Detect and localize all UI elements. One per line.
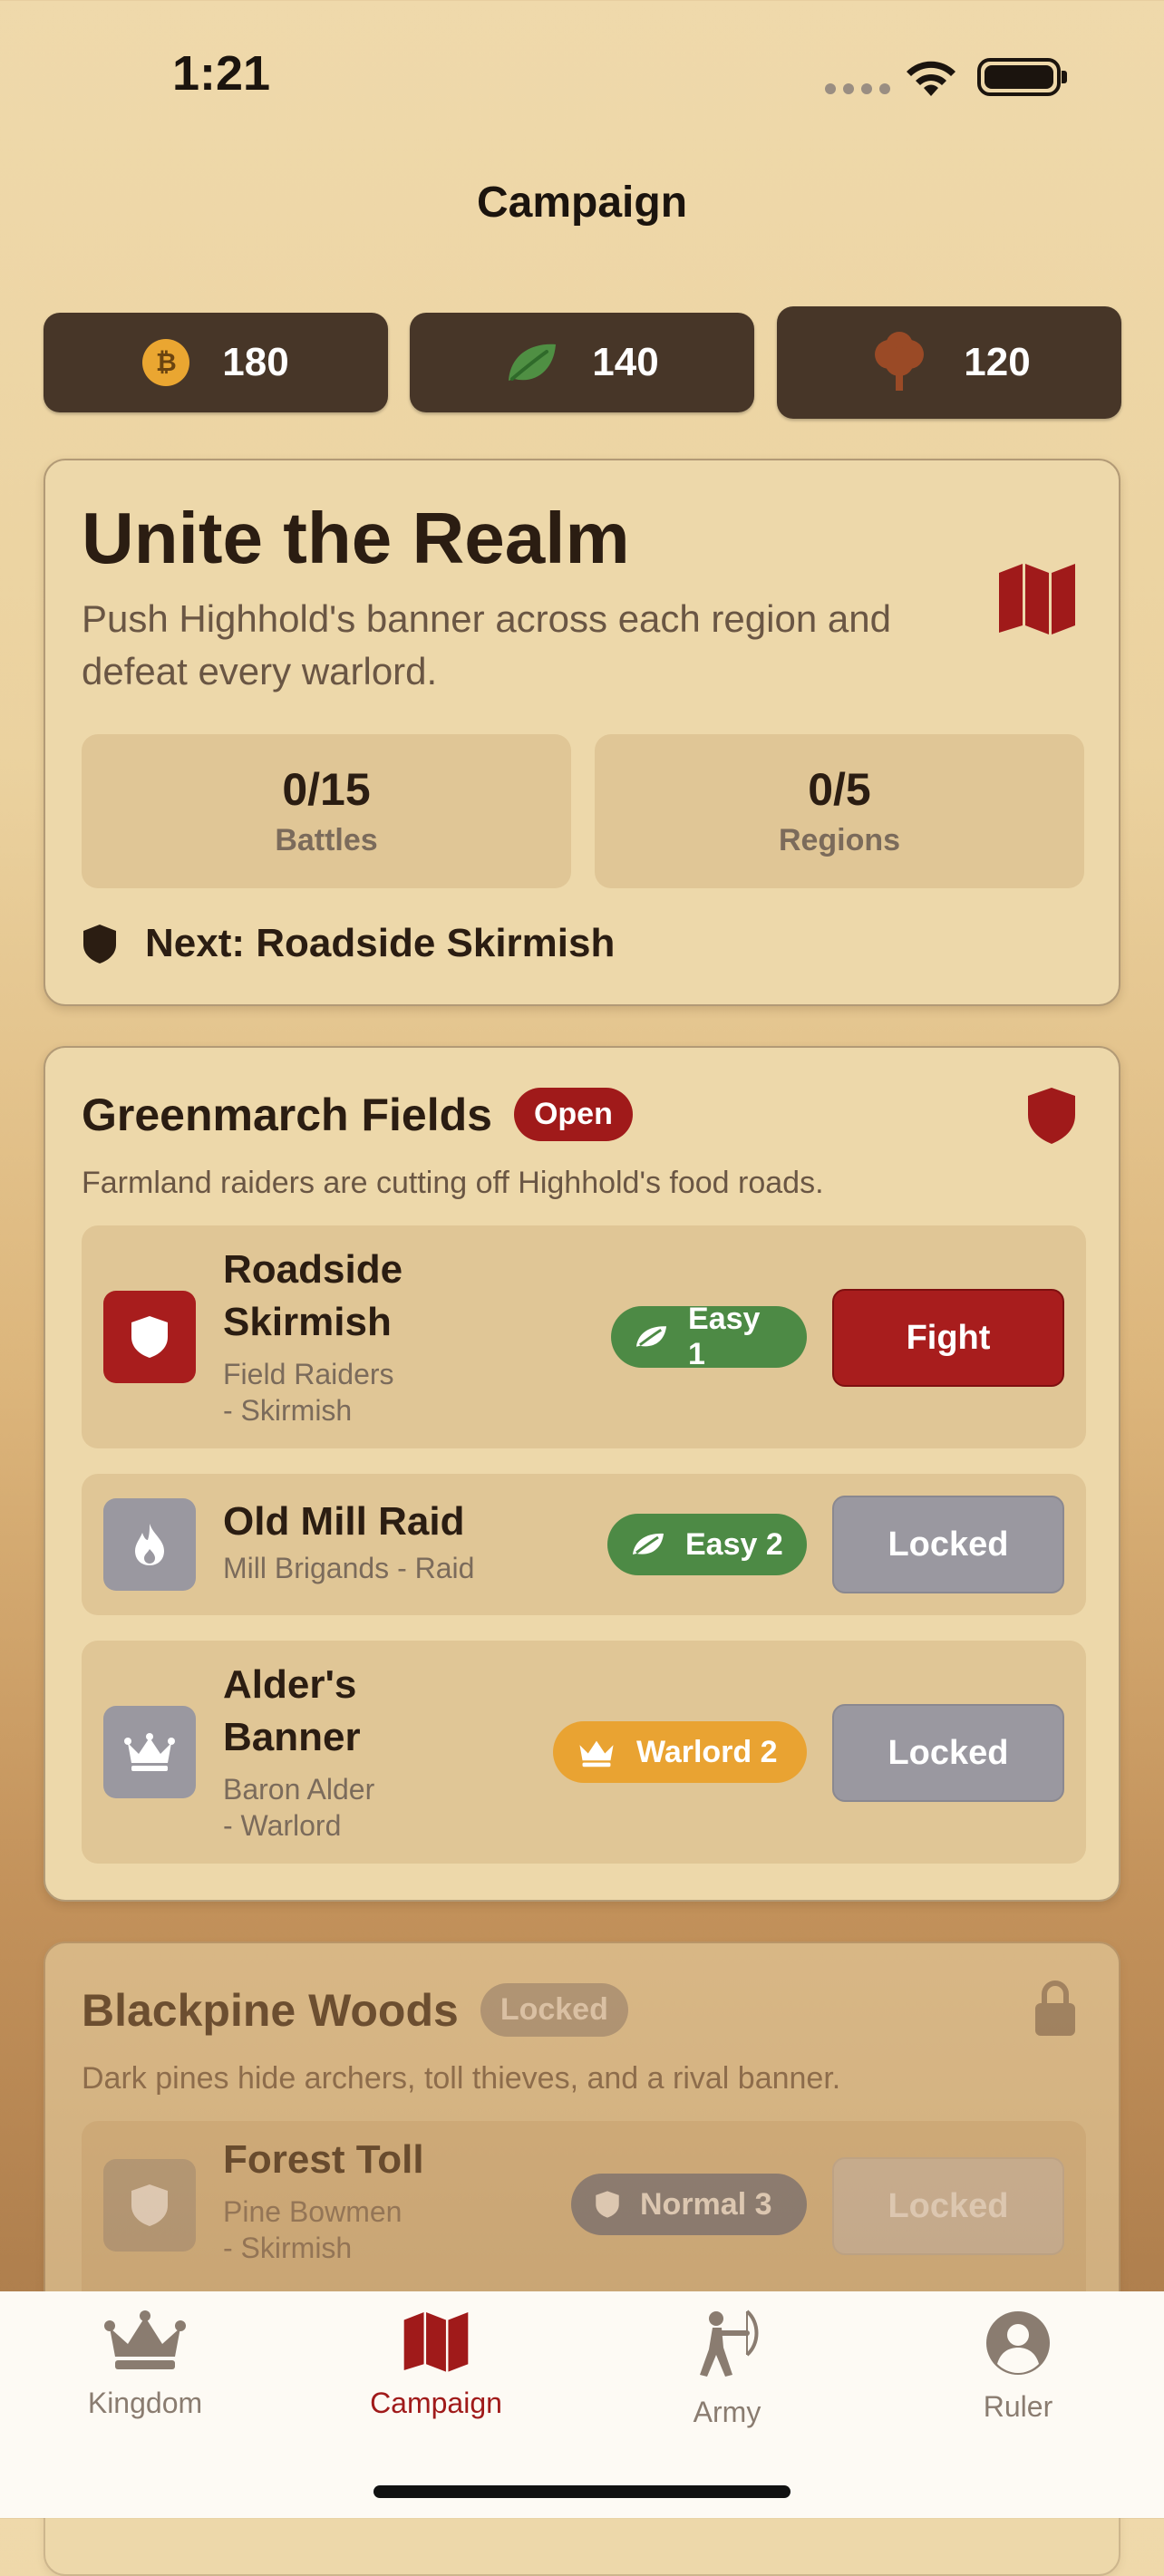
battle-name: Roadside Skirmish [223,1247,403,1344]
difficulty-badge: Easy 2 [607,1514,807,1575]
battle-enemy: Baron Alder - Warlord [223,1773,375,1842]
campaign-description: Push Highhold's banner across each regio… [82,597,891,692]
person-icon [986,2311,1050,2375]
gold-coin-icon: ₿ [142,339,190,386]
battle-type-icon [103,2159,196,2252]
region-description: Farmland raiders are cutting off Highhol… [82,1166,824,1200]
wifi-icon [907,61,955,96]
difficulty-badge: Normal 3 [571,2174,807,2235]
battles-stat: 0/15 Battles [82,734,571,888]
shield-icon [1028,1088,1075,1144]
campaign-title: Unite the Realm [82,498,630,578]
battle-name: Old Mill Raid [223,1499,465,1544]
battles-value: 0/15 [282,764,371,815]
campaign-overview-card: Unite the Realm Push Highhold's banner a… [44,459,1120,1006]
battle-type-icon [103,1706,196,1798]
shield-icon [131,2184,168,2226]
cellular-signal-icon [825,83,890,94]
region-card-greenmarch: Greenmarch Fields Open Farmland raiders … [44,1046,1120,1902]
crown-icon [579,1740,614,1767]
archer-icon [700,2310,759,2377]
region-description: Dark pines hide archers, toll thieves, a… [82,2061,841,2096]
tab-bar: Kingdom Campaign Army Ruler [0,2291,1164,2518]
resource-food[interactable]: 140 [410,313,754,412]
leaf-icon [633,1533,664,1554]
tab-campaign[interactable]: Campaign [323,2310,549,2420]
tab-label: Ruler [983,2390,1053,2423]
tab-label: Campaign [370,2387,502,2419]
crown-icon [104,2310,186,2369]
next-battle-row[interactable]: Next: Roadside Skirmish [82,921,615,966]
regions-value: 0/5 [808,764,871,815]
locked-button[interactable]: Locked [832,2157,1064,2255]
battle-row-alders-banner: Alder's Banner Baron Alder - Warlord War… [82,1641,1086,1864]
home-indicator[interactable] [373,2485,791,2498]
battle-row-old-mill-raid: Old Mill Raid Mill Brigands - Raid Easy … [82,1474,1086,1615]
fight-button[interactable]: Fight [832,1289,1064,1387]
locked-button[interactable]: Locked [832,1704,1064,1802]
crown-icon [124,1733,175,1771]
status-time: 1:21 [172,46,271,101]
battle-type-icon [103,1291,196,1383]
difficulty-badge: Easy 1 [611,1302,807,1371]
region-name: Greenmarch Fields [82,1089,492,1140]
resource-wood[interactable]: 120 [777,306,1121,419]
map-icon [999,564,1075,634]
battle-enemy: Field Raiders - Skirmish [223,1358,394,1427]
shield-icon [596,2191,619,2218]
battle-enemy: Pine Bowmen - Skirmish [223,2195,403,2264]
status-badge: Open [513,1088,633,1141]
resource-food-value: 140 [592,340,659,384]
battle-name: Forest Toll [223,2137,424,2182]
next-battle-label: Next: Roadside Skirmish [145,921,616,965]
battery-icon [977,58,1067,96]
regions-label: Regions [778,823,901,857]
battle-type-icon [103,1498,196,1591]
region-name: Blackpine Woods [82,1984,459,2036]
battle-row-roadside-skirmish: Roadside Skirmish Field Raiders - Skirmi… [82,1225,1086,1448]
regions-stat: 0/5 Regions [595,734,1084,888]
flame-icon [135,1524,164,1565]
shield-icon [83,925,116,964]
battle-enemy: Mill Brigands - Raid [223,1552,475,1584]
locked-button[interactable]: Locked [832,1496,1064,1593]
lock-icon [1035,1980,1075,2036]
leaf-icon [509,344,557,381]
tab-kingdom[interactable]: Kingdom [32,2310,258,2420]
resource-gold[interactable]: ₿ 180 [44,313,388,412]
resource-wood-value: 120 [964,340,1031,384]
tree-icon [875,332,925,391]
map-icon [403,2312,469,2372]
status-badge: Locked [480,1983,628,2037]
tab-label: Army [693,2396,761,2428]
leaf-icon [635,1326,667,1347]
battles-label: Battles [275,823,378,857]
page-title: Campaign [476,179,688,227]
shield-icon [131,1316,168,1358]
tab-army[interactable]: Army [614,2310,840,2429]
resource-gold-value: 180 [222,340,289,384]
tab-label: Kingdom [87,2387,203,2419]
battle-name: Alder's Banner [223,1662,361,1759]
difficulty-badge: Warlord 2 [553,1721,807,1783]
tab-ruler[interactable]: Ruler [905,2310,1131,2424]
